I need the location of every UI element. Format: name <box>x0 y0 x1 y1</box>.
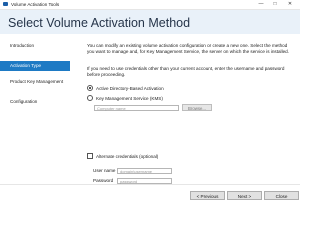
alternate-credentials-checkbox[interactable]: Alternate credentials (optional) <box>87 153 158 160</box>
sidebar-item-activation-type[interactable]: Activation Type <box>0 61 70 71</box>
user-name-input[interactable]: domain\username <box>117 168 172 174</box>
alternate-credentials-label: Alternate credentials (optional) <box>96 154 159 159</box>
user-name-label: User name <box>93 168 116 173</box>
radio-ad-label: Active Directory-Based Activation <box>96 86 164 91</box>
page-header: Select Volume Activation Method <box>0 10 300 34</box>
credentials-note: If you need to use credentials other tha… <box>87 66 285 77</box>
sidebar-item-product-key-management[interactable]: Product Key Management <box>2 77 68 87</box>
next-button[interactable]: Next > <box>227 191 262 200</box>
radio-button-icon[interactable] <box>87 85 93 92</box>
page-title: Select Volume Activation Method <box>8 16 191 30</box>
previous-button[interactable]: < Previous <box>190 191 225 200</box>
intro-text: You can modify an existing volume activa… <box>87 43 289 54</box>
title-bar: Volume Activation Tools — □ ✕ <box>0 0 300 10</box>
radio-ad-activation[interactable]: Active Directory-Based Activation <box>87 85 164 92</box>
radio-button-icon[interactable] <box>87 95 93 102</box>
minimize-button[interactable]: — <box>255 0 267 9</box>
radio-kms[interactable]: Key Management Service (KMS) <box>87 95 163 102</box>
sidebar-item-configuration[interactable]: Configuration <box>2 97 68 107</box>
app-icon <box>3 2 8 6</box>
window-title: Volume Activation Tools <box>11 2 60 7</box>
radio-kms-label: Key Management Service (KMS) <box>96 96 163 101</box>
wizard-steps-sidebar: Introduction Activation Type Product Key… <box>0 34 79 184</box>
computer-name-input[interactable]: Computer name <box>94 105 179 111</box>
close-window-button[interactable]: ✕ <box>284 0 296 9</box>
close-button[interactable]: Close <box>264 191 299 200</box>
sidebar-item-introduction[interactable]: Introduction <box>2 41 68 51</box>
browse-button[interactable]: Browse... <box>182 104 212 111</box>
footer-divider <box>0 184 300 185</box>
maximize-button[interactable]: □ <box>269 0 281 9</box>
checkbox-icon[interactable] <box>87 153 93 160</box>
